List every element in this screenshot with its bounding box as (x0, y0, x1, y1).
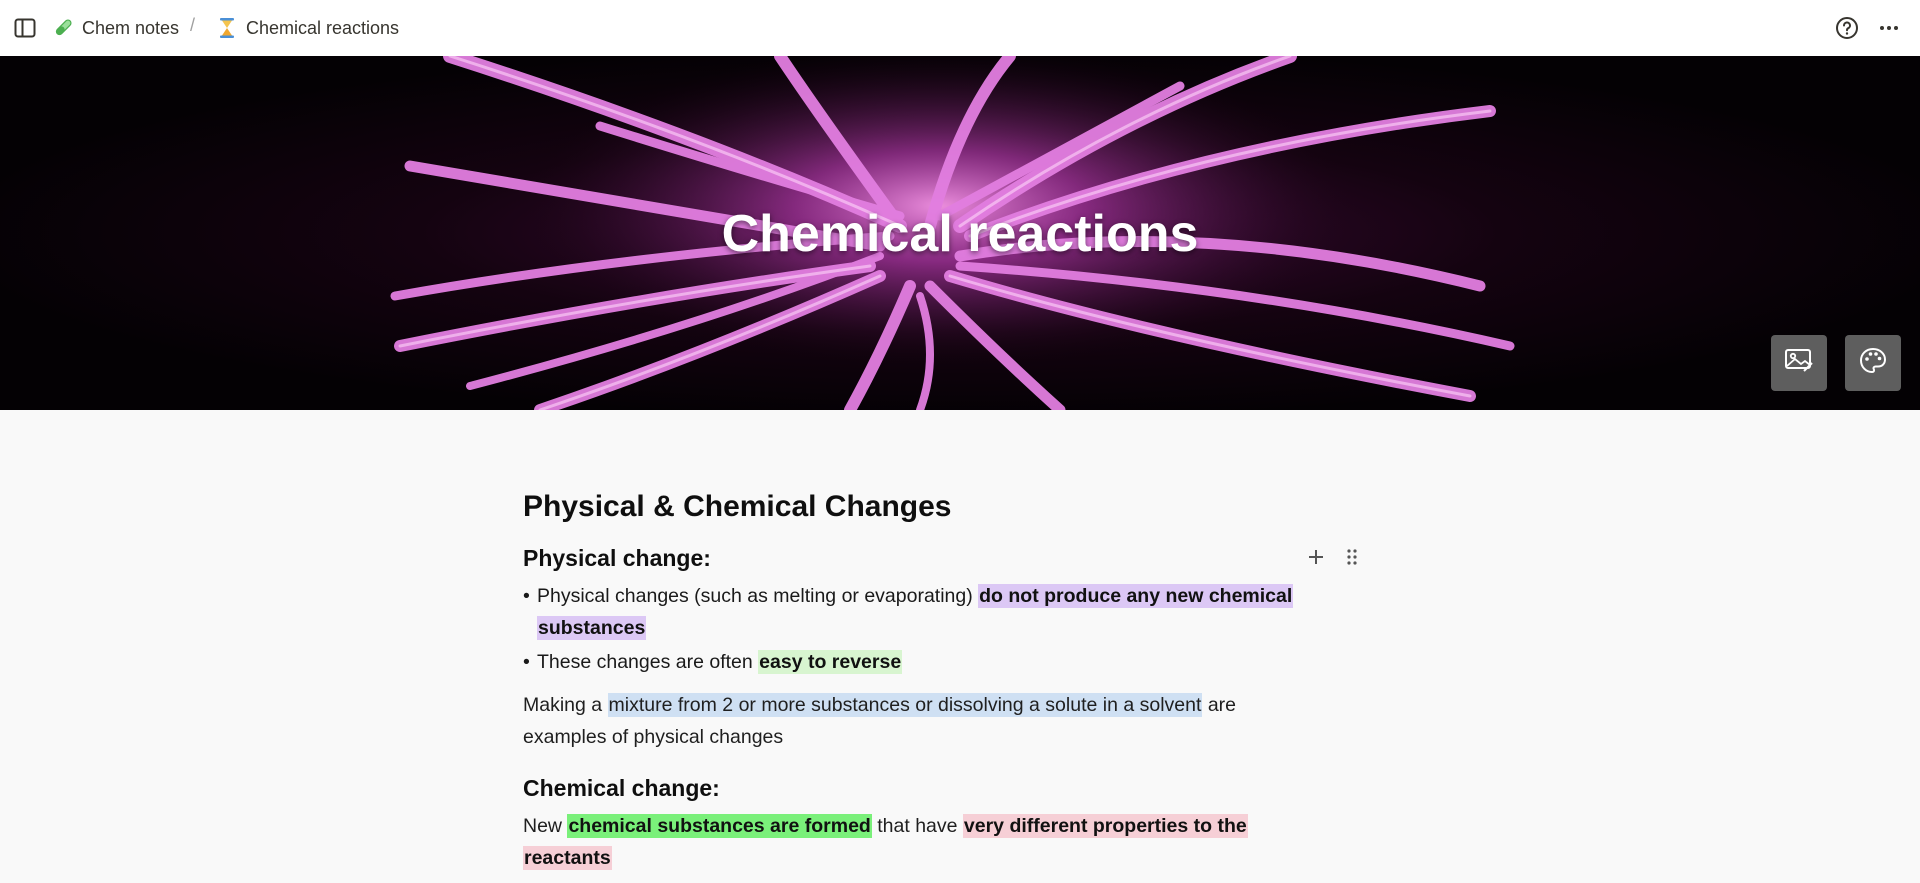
paragraph-physical[interactable]: Making a mixture from 2 or more substanc… (523, 689, 1323, 753)
section-heading-chemical[interactable]: Chemical change: (523, 775, 720, 802)
bullet-glyph: • (523, 585, 530, 607)
breadcrumb-label: Chemical reactions (246, 17, 400, 38)
more-options-icon[interactable] (1876, 15, 1902, 41)
bullet-text: These changes are often easy to reverse (537, 646, 903, 678)
page-heading[interactable]: Physical & Chemical Changes (523, 490, 952, 524)
text-plain: These changes are often (537, 651, 759, 673)
highlight-purple: do not produce any new chemical (978, 584, 1294, 608)
sidebar-toggle-icon[interactable] (12, 16, 38, 40)
theme-button[interactable] (1845, 335, 1901, 391)
highlight-pink: very different properties to the (962, 814, 1248, 838)
text-plain: that have (871, 815, 963, 837)
bullet-glyph: • (523, 651, 530, 673)
test-tube-icon (52, 17, 74, 39)
top-bar: Chem notes / Chemical reactions (0, 0, 1920, 56)
text-plain: are (1202, 694, 1237, 716)
breadcrumb-label: Chem notes (82, 17, 180, 38)
highlight-bright-green: chemical substances are formed (567, 814, 872, 838)
highlight-pink: reactants (523, 846, 612, 870)
paragraph-chemical[interactable]: New chemical substances are formed that … (523, 810, 1323, 874)
help-icon[interactable] (1834, 15, 1860, 41)
drag-handle-icon[interactable] (1341, 546, 1363, 568)
breadcrumb-separator: / (190, 15, 196, 35)
text-plain: Physical changes (such as melting or eva… (537, 585, 979, 607)
text-plain: New (523, 815, 568, 837)
block-tools (1305, 546, 1363, 568)
section-heading-physical[interactable]: Physical change: (523, 545, 711, 572)
text-plain: examples of physical changes (523, 726, 784, 748)
highlight-purple: substances (537, 616, 647, 640)
add-block-icon[interactable] (1305, 546, 1327, 568)
cover-title: Chemical reactions (721, 205, 1199, 263)
highlight-blue: mixture from 2 or more substances or dis… (607, 693, 1203, 717)
highlight-green: easy to reverse (758, 650, 903, 674)
text-plain: Making a (523, 694, 608, 716)
bullet-text: Physical changes (such as melting or eva… (537, 580, 1294, 644)
palette-icon (1858, 346, 1888, 381)
breadcrumb-item-chemical-reactions[interactable]: Chemical reactions (216, 15, 399, 41)
cover-image: Chemical reactions (0, 56, 1920, 410)
hourglass-icon (216, 17, 238, 39)
image-icon (1784, 347, 1814, 380)
change-cover-button[interactable] (1771, 335, 1827, 391)
breadcrumb-item-chem-notes[interactable]: Chem notes (52, 15, 179, 41)
